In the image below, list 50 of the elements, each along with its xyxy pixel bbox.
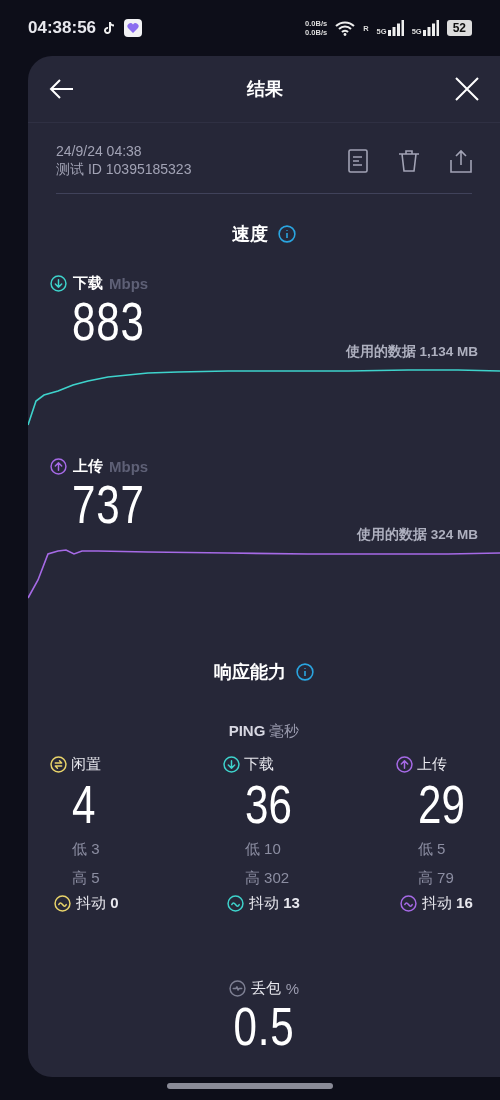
ping-value: 36 — [244, 774, 292, 834]
info-icon[interactable] — [296, 663, 314, 681]
heart-app-icon — [124, 19, 143, 37]
clock-time: 04:38:56 — [28, 18, 97, 38]
test-datetime: 24/9/24 04:38 — [56, 143, 143, 159]
document-icon[interactable] — [348, 149, 368, 173]
ping-high: 高 5 — [72, 868, 100, 888]
jitter-value: 抖动 16 — [421, 894, 473, 913]
jitter-value: 抖动 0 — [76, 894, 119, 913]
section-title: 速度 — [232, 223, 268, 246]
music-note-icon — [104, 21, 117, 35]
signal-icon — [387, 20, 404, 36]
ping-low: 低 3 — [72, 839, 100, 859]
section-title: 响应能力 — [214, 661, 286, 684]
signal-icon — [422, 20, 439, 36]
test-id: 测试 ID 10395185323 — [56, 161, 192, 179]
page-title: 结果 — [247, 78, 283, 101]
metric-label: 上传 — [73, 457, 103, 476]
ping-value: 4 — [72, 774, 96, 834]
unit-label: Mbps — [109, 275, 149, 292]
wifi-icon — [335, 20, 356, 36]
metric-label: 下载 — [73, 274, 103, 293]
speed-value: 883 — [72, 293, 145, 349]
unit-label: 毫秒 — [269, 722, 300, 741]
ping-type-label: 闲置 — [71, 755, 101, 774]
packet-loss-value: 0.5 — [233, 998, 295, 1054]
pulse-icon — [228, 980, 246, 997]
packet-loss-label: 丢包 — [250, 979, 281, 998]
wave-icon — [399, 895, 417, 912]
data-used: 使用的数据 1,134 MB — [345, 343, 478, 361]
speed-value: 737 — [72, 476, 145, 532]
close-button[interactable] — [454, 76, 480, 102]
ping-type-label: 下载 — [243, 755, 274, 774]
wave-icon — [226, 895, 244, 912]
share-icon[interactable] — [450, 149, 472, 173]
ping-low: 低 10 — [244, 839, 281, 859]
ping-label: PING — [228, 722, 266, 741]
ping-high: 高 302 — [244, 868, 290, 888]
ping-type-label: 上传 — [416, 755, 447, 774]
battery-level: 52 — [446, 20, 472, 36]
ping-low: 低 5 — [417, 839, 446, 859]
jitter-value: 抖动 13 — [248, 894, 300, 913]
data-used: 使用的数据 324 MB — [356, 526, 478, 544]
ping-value: 29 — [417, 774, 465, 834]
ping-high: 高 79 — [417, 868, 454, 888]
trash-icon[interactable] — [398, 149, 420, 173]
info-icon[interactable] — [278, 225, 296, 243]
unit-label: Mbps — [109, 458, 149, 475]
wave-icon — [54, 895, 71, 912]
unit-label: % — [285, 980, 300, 997]
